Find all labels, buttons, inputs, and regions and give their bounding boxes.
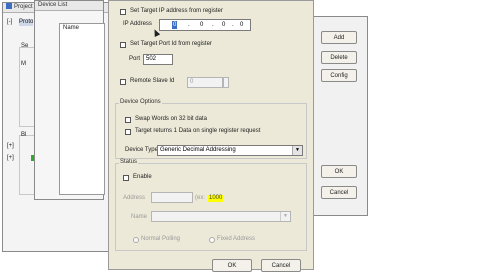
- ip-octet-4: 0: [240, 22, 244, 28]
- remote-slave-label: Remote Slave Id: [130, 78, 175, 84]
- address-example-value: 1000: [208, 195, 224, 202]
- remote-slave-field[interactable]: 0: [187, 77, 223, 88]
- tree-item-expand-1[interactable]: [+]: [7, 143, 14, 150]
- fixed-address-radio[interactable]: [209, 237, 215, 243]
- address-label: Address: [123, 195, 146, 201]
- delete-button[interactable]: Delete: [321, 51, 357, 64]
- ip-octet-1: 0: [172, 21, 178, 29]
- name-select[interactable]: ▼: [151, 211, 291, 222]
- ok-button[interactable]: OK: [212, 259, 252, 272]
- config-button[interactable]: Config: [321, 69, 357, 82]
- device-list-pane[interactable]: Name: [59, 23, 105, 195]
- swap-words-checkbox[interactable]: [125, 117, 131, 123]
- device-list-window: Device List Name: [34, 0, 105, 200]
- tree-item-proto[interactable]: Proto: [19, 19, 34, 26]
- device-type-select[interactable]: Generic Decimal Addressing ▼: [157, 145, 303, 156]
- ip-address-label: IP Address: [123, 21, 152, 27]
- target-returns-label: Target returns 1 Data on single register…: [135, 128, 261, 134]
- target-returns-checkbox[interactable]: [125, 129, 131, 135]
- enable-label: Enable: [133, 174, 152, 180]
- project-group-bl-label: Bl: [21, 132, 27, 138]
- address-field[interactable]: [151, 192, 193, 203]
- ip-dot-2: .: [212, 22, 214, 28]
- remote-slave-spinner[interactable]: [223, 77, 229, 88]
- add-button[interactable]: Add: [321, 31, 357, 44]
- name-chevron-down-icon: ▼: [280, 212, 290, 221]
- use-target-port-label: Set Target Port Id from register: [130, 41, 212, 47]
- ip-dot-1: .: [188, 22, 190, 28]
- address-example-prefix: (ex:: [195, 195, 206, 201]
- use-target-ip-checkbox[interactable]: [120, 9, 126, 15]
- device-list-column-header[interactable]: Name: [63, 25, 79, 32]
- use-target-port-checkbox[interactable]: [120, 42, 126, 48]
- device-type-label: Device Type: [125, 147, 158, 153]
- device-type-value: Generic Decimal Addressing: [160, 147, 236, 153]
- device-list-title: Device List: [35, 1, 103, 11]
- ip-octet-2: 0: [200, 22, 204, 28]
- device-list-title-text: Device List: [38, 2, 68, 8]
- remote-slave-checkbox[interactable]: [120, 79, 126, 85]
- chevron-down-icon: ▼: [292, 146, 302, 155]
- use-target-ip-label: Set Target IP address from register: [130, 8, 223, 14]
- ip-octet-3: 0: [222, 22, 226, 28]
- app-icon: [6, 3, 12, 10]
- fixed-address-label: Fixed Address: [217, 236, 256, 242]
- tree-item-expand-2[interactable]: [+]: [7, 155, 14, 162]
- enable-checkbox[interactable]: [123, 175, 129, 181]
- swap-words-label: Swap Words on 32 bit data: [135, 116, 207, 122]
- name-label: Name: [131, 214, 148, 220]
- cancel-button[interactable]: Cancel: [261, 259, 301, 272]
- project-group-m-label: M: [21, 61, 26, 67]
- device-options-title: Device Options: [119, 99, 162, 106]
- ip-address-field[interactable]: 0 . 0 . 0 . 0: [159, 19, 251, 31]
- tree-item-root[interactable]: [-]: [7, 19, 12, 26]
- device-options-dialog: Set Target IP address from register IP A…: [108, 0, 314, 272]
- normal-polling-radio[interactable]: [133, 237, 139, 243]
- port-label: Port: [129, 56, 141, 62]
- bg-ok-button[interactable]: OK: [321, 165, 357, 178]
- normal-polling-label: Normal Polling: [141, 236, 181, 242]
- ip-dot-3: .: [232, 22, 234, 28]
- project-group-se-label: Se: [21, 43, 29, 49]
- bg-cancel-button[interactable]: Cancel: [321, 186, 357, 199]
- status-title: Status: [119, 159, 139, 166]
- port-field[interactable]: 502: [143, 54, 173, 65]
